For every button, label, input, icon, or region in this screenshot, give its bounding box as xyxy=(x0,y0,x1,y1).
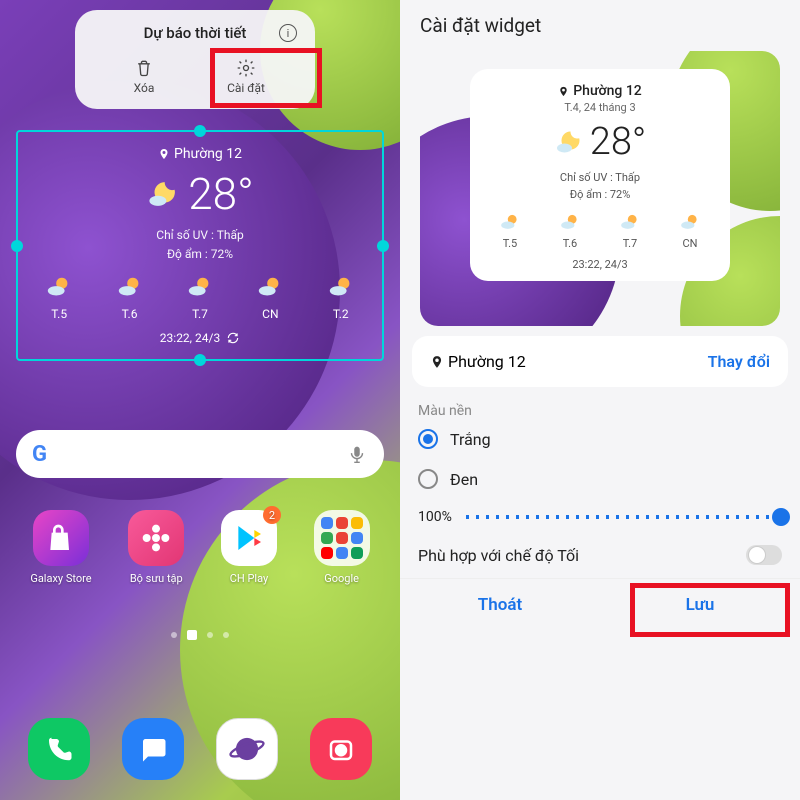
location-pin-icon xyxy=(558,86,569,97)
radio-white[interactable]: Trắng xyxy=(400,419,800,459)
timestamp: 23:22, 24/3 xyxy=(480,258,720,271)
save-button[interactable]: Lưu xyxy=(600,579,800,631)
background-section-label: Màu nền xyxy=(418,403,800,419)
temperature: 28° xyxy=(590,120,647,164)
forecast-row: T.5 T.6 T.7 CN xyxy=(480,212,720,250)
forecast-row: T.5 T.6 T.7 CN T.2 xyxy=(24,274,376,321)
home-screen: Dự báo thời tiết i Xóa Cài đặt Phường 12 xyxy=(0,0,400,800)
dark-mode-row: Phù hợp với chế độ Tối xyxy=(400,530,800,573)
galaxy-store-app[interactable]: Galaxy Store xyxy=(30,510,91,585)
uv-index: Chỉ số UV : Thấp xyxy=(24,226,376,245)
date: T.4, 24 tháng 3 xyxy=(480,101,720,114)
partly-cloudy-icon xyxy=(559,212,581,234)
internet-app[interactable] xyxy=(216,718,278,780)
shopping-bag-icon xyxy=(45,522,77,554)
mic-icon[interactable] xyxy=(346,443,368,465)
humidity: Độ ẩm : 72% xyxy=(24,245,376,264)
dock xyxy=(12,718,388,780)
moon-cloud-icon xyxy=(554,127,584,157)
planet-icon xyxy=(228,730,266,768)
slider-thumb[interactable] xyxy=(772,508,790,526)
wallpaper xyxy=(0,0,400,800)
trash-icon xyxy=(134,58,154,78)
timestamp-row: 23:22, 24/3 xyxy=(24,331,376,345)
exit-button[interactable]: Thoát xyxy=(400,579,600,631)
partly-cloudy-icon xyxy=(45,274,73,302)
popup-title: Dự báo thời tiết xyxy=(144,24,247,42)
forecast-day: T.7 xyxy=(619,212,641,250)
forecast-day: T.6 xyxy=(559,212,581,250)
flower-icon xyxy=(140,522,172,554)
page-title: Cài đặt widget xyxy=(400,0,800,51)
partly-cloudy-icon xyxy=(116,274,144,302)
partly-cloudy-icon xyxy=(186,274,214,302)
weather-widget-selection[interactable]: Phường 12 28° Chỉ số UV : Thấp Độ ẩm : 7… xyxy=(16,130,384,361)
camera-icon xyxy=(326,734,356,764)
location-row: Phường 12 xyxy=(480,83,720,99)
moon-cloud-icon xyxy=(146,177,180,211)
delete-button[interactable]: Xóa xyxy=(93,52,195,101)
change-location-button[interactable]: Thay đổi xyxy=(708,352,770,371)
radio-black[interactable]: Đen xyxy=(400,459,800,499)
radio-checked-icon xyxy=(418,429,438,449)
refresh-icon[interactable] xyxy=(226,331,240,345)
messages-app[interactable] xyxy=(122,718,184,780)
info-icon[interactable]: i xyxy=(279,24,297,42)
forecast-day: T.5 xyxy=(499,212,521,250)
folder-icon xyxy=(314,510,370,566)
phone-icon xyxy=(44,734,74,764)
radio-unchecked-icon xyxy=(418,469,438,489)
location-section: Phường 12 Thay đổi xyxy=(412,336,788,387)
save-highlight-box xyxy=(630,583,790,637)
location-pin-icon xyxy=(430,355,444,369)
apps-row: Galaxy Store Bộ sưu tập 2 CH Play Google xyxy=(12,510,388,585)
location-label: Phường 12 xyxy=(430,352,526,371)
weather-widget-preview: Phường 12 T.4, 24 tháng 3 28° Chỉ số UV … xyxy=(470,69,730,281)
partly-cloudy-icon xyxy=(499,212,521,234)
forecast-day: T.5 xyxy=(45,274,73,321)
bottom-actions: Thoát Lưu xyxy=(400,578,800,631)
google-logo-icon: G xyxy=(32,442,47,467)
widget-settings-screen: Cài đặt widget Phường 12 T.4, 24 tháng 3… xyxy=(400,0,800,800)
humidity: Độ ẩm : 72% xyxy=(480,187,720,204)
location-pin-icon xyxy=(158,148,170,160)
google-folder[interactable]: Google xyxy=(314,510,370,585)
uv-index: Chỉ số UV : Thấp xyxy=(480,170,720,187)
forecast-day: CN xyxy=(679,212,701,250)
partly-cloudy-icon xyxy=(679,212,701,234)
forecast-day: CN xyxy=(256,274,284,321)
google-search-bar[interactable]: G xyxy=(16,430,384,478)
forecast-day: T.7 xyxy=(186,274,214,321)
forecast-day: T.2 xyxy=(327,274,355,321)
partly-cloudy-icon xyxy=(619,212,641,234)
partly-cloudy-icon xyxy=(256,274,284,302)
location-row: Phường 12 xyxy=(24,146,376,162)
resize-handle-top[interactable] xyxy=(194,125,206,137)
settings-highlight-box xyxy=(210,48,322,108)
opacity-slider-row: 100% xyxy=(400,499,800,530)
resize-handle-right[interactable] xyxy=(377,240,389,252)
message-icon xyxy=(138,734,168,764)
forecast-day: T.6 xyxy=(116,274,144,321)
phone-app[interactable] xyxy=(28,718,90,780)
opacity-slider[interactable] xyxy=(466,515,782,519)
camera-app[interactable] xyxy=(310,718,372,780)
temperature: 28° xyxy=(188,168,253,220)
slider-value: 100% xyxy=(418,509,452,525)
partly-cloudy-icon xyxy=(327,274,355,302)
ch-play-app[interactable]: 2 CH Play xyxy=(221,510,277,585)
play-store-icon xyxy=(233,522,265,554)
dark-mode-toggle[interactable] xyxy=(746,545,782,565)
weather-widget-content: Phường 12 28° Chỉ số UV : Thấp Độ ẩm : 7… xyxy=(18,132,382,359)
page-indicator[interactable] xyxy=(171,630,229,640)
badge: 2 xyxy=(263,506,281,524)
widget-preview-area: Phường 12 T.4, 24 tháng 3 28° Chỉ số UV … xyxy=(420,51,780,326)
resize-handle-left[interactable] xyxy=(11,240,23,252)
gallery-app[interactable]: Bộ sưu tập xyxy=(128,510,184,585)
